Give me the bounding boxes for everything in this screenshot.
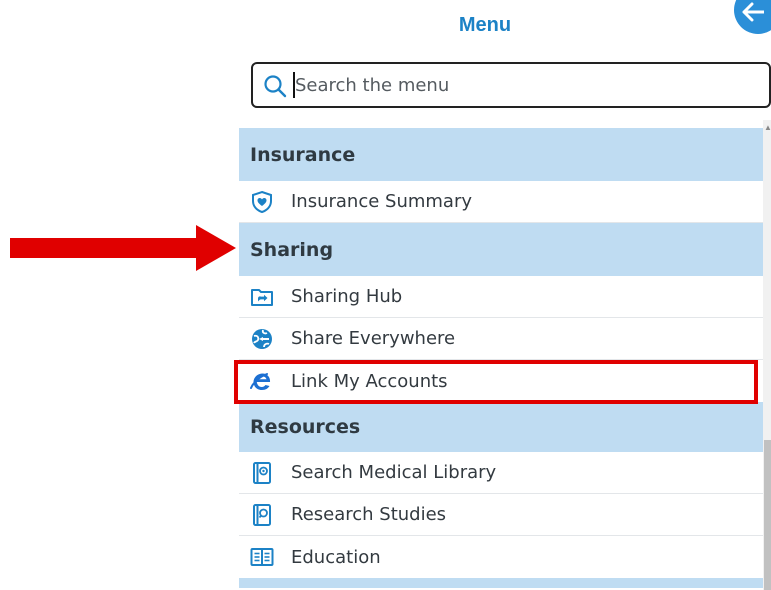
open-book-icon [250, 548, 274, 566]
menu-item-label: Education [291, 546, 381, 568]
red-arrow-annotation-icon [10, 225, 236, 271]
book-search-icon [253, 503, 271, 526]
search-input[interactable] [295, 72, 755, 98]
menu-item-share-everywhere[interactable]: Share Everywhere [239, 318, 763, 360]
next-section-header [239, 578, 763, 588]
page-title: Menu [458, 14, 512, 36]
menu-item-search-medical-library[interactable]: Search Medical Library [239, 452, 763, 494]
menu-page: Menu Insurance Insurance Summary Sharing [0, 0, 771, 590]
menu-item-label: Sharing Hub [291, 286, 403, 307]
scroll-up-arrow-icon[interactable]: ▲ [764, 124, 771, 132]
section-header-resources: Resources [239, 402, 763, 452]
medical-book-icon [253, 461, 271, 484]
menu-item-label: Link My Accounts [291, 370, 448, 392]
back-button[interactable] [734, 0, 771, 34]
section-header-insurance: Insurance [239, 128, 763, 181]
search-icon [264, 75, 287, 98]
menu-item-education[interactable]: Education [239, 536, 763, 578]
arrow-left-icon [742, 2, 764, 22]
menu-list: Insurance Insurance Summary Sharing Shar… [239, 128, 763, 588]
menu-item-label: Insurance Summary [291, 191, 473, 212]
menu-item-insurance-summary[interactable]: Insurance Summary [239, 181, 763, 223]
globe-share-icon [252, 328, 272, 349]
menu-item-link-my-accounts[interactable]: Link My Accounts [239, 360, 763, 402]
menu-item-label: Share Everywhere [291, 328, 456, 349]
search-field[interactable] [251, 62, 771, 108]
menu-item-label: Search Medical Library [291, 462, 497, 483]
section-header-sharing: Sharing [239, 223, 763, 276]
shield-heart-icon [252, 190, 272, 213]
link-e-icon [250, 373, 271, 390]
menu-item-sharing-hub[interactable]: Sharing Hub [239, 276, 763, 318]
folder-share-icon [251, 288, 273, 306]
scrollbar-thumb[interactable] [764, 440, 771, 590]
menu-item-research-studies[interactable]: Research Studies [239, 494, 763, 536]
menu-item-label: Research Studies [291, 504, 447, 525]
text-cursor [293, 72, 295, 98]
